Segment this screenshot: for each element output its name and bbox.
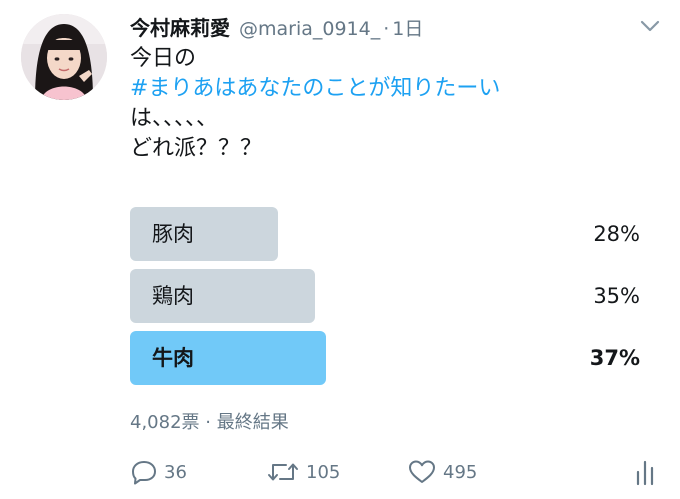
poll-meta-separator: · — [205, 412, 211, 433]
like-icon — [409, 460, 435, 483]
poll-vote-count: 4,082票 — [130, 412, 200, 433]
poll-option: 鶏肉 35% — [130, 269, 640, 323]
poll-option-label: 鶏肉 — [152, 284, 194, 308]
retweet-button[interactable]: 105 — [266, 455, 340, 489]
like-count: 495 — [443, 461, 478, 483]
reply-button[interactable]: 36 — [130, 455, 187, 489]
analytics-icon — [636, 460, 654, 486]
user-handle[interactable]: @maria_0914_ — [239, 18, 380, 40]
poll-option-percent: 28% — [593, 222, 640, 246]
poll-option-label: 牛肉 — [152, 346, 194, 370]
poll-option-percent: 37% — [589, 346, 640, 370]
tweet-text-line: は、、、、、 — [130, 106, 219, 131]
tweet-actions: 36 105 495 — [130, 455, 660, 489]
tweet-text-line: 今日の — [130, 46, 197, 71]
poll-option-winner: 牛肉 37% — [130, 331, 640, 385]
poll: 豚肉 28% 鶏肉 35% 牛肉 37% — [130, 207, 640, 393]
tweet-text: 今日の #まりあはあなたのことが知りたーい は、、、、、 どれ派？？？ — [130, 44, 500, 164]
poll-status: 最終結果 — [216, 412, 289, 433]
avatar-image — [21, 14, 107, 100]
poll-meta: 4,082票 · 最終結果 — [130, 408, 289, 434]
poll-option-percent: 35% — [593, 284, 640, 308]
analytics-button[interactable] — [634, 455, 662, 489]
display-name[interactable]: 今村麻莉愛 — [130, 12, 230, 41]
poll-option-label: 豚肉 — [152, 222, 194, 246]
header-separator: · — [383, 18, 390, 40]
chevron-down-icon[interactable] — [638, 16, 662, 36]
like-button[interactable]: 495 — [407, 455, 477, 489]
timestamp[interactable]: 1日 — [392, 14, 423, 41]
reply-count: 36 — [164, 461, 187, 483]
tweet-text-line: どれ派？？？ — [130, 136, 263, 161]
avatar[interactable] — [21, 14, 107, 100]
reply-icon — [132, 461, 156, 485]
tweet-header: 今村麻莉愛 @maria_0914_ · 1日 — [130, 12, 423, 42]
poll-option: 豚肉 28% — [130, 207, 640, 261]
retweet-count: 105 — [306, 461, 341, 483]
hashtag-link[interactable]: #まりあはあなたのことが知りたーい — [130, 74, 500, 104]
retweet-icon — [268, 463, 298, 481]
